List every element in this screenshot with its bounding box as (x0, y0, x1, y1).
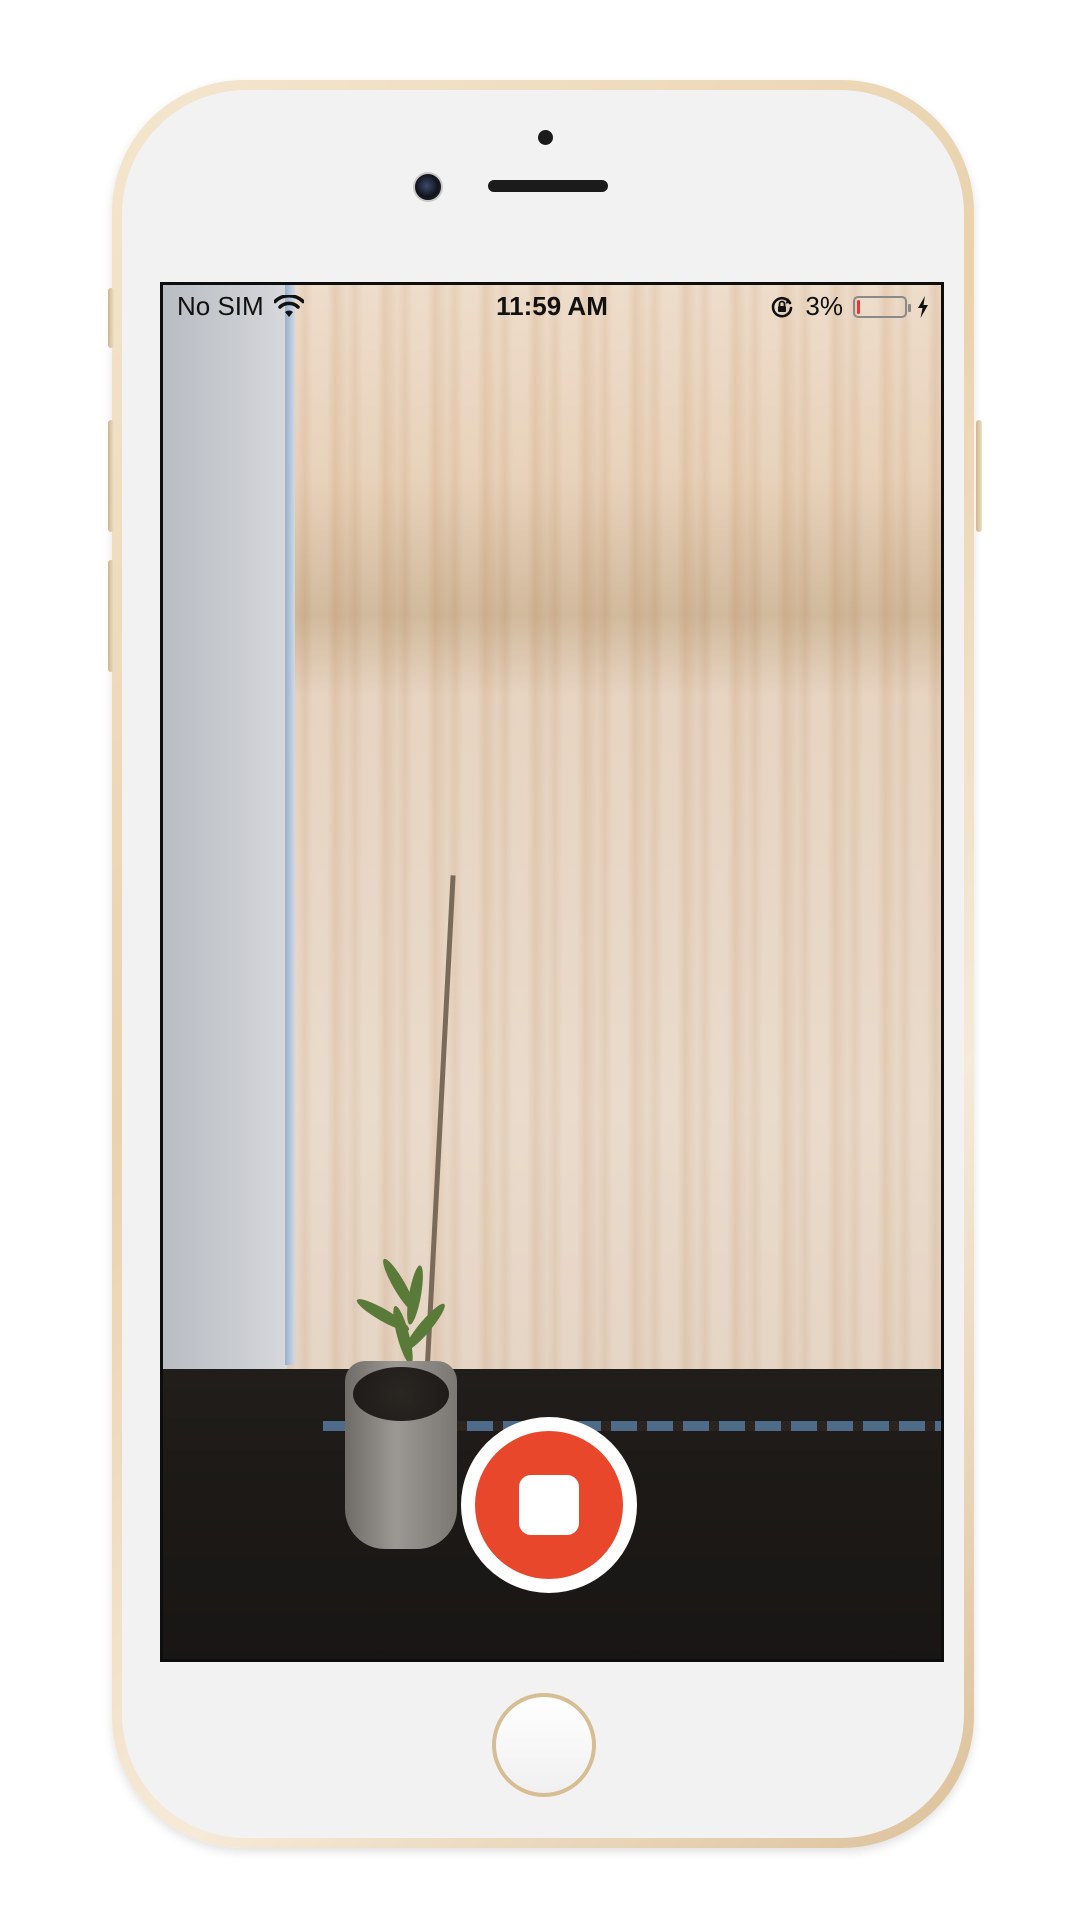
battery-tip (908, 303, 911, 312)
proximity-sensor (538, 130, 553, 145)
home-button[interactable] (492, 1693, 596, 1797)
front-camera (413, 172, 443, 202)
phone-screen: No SIM 11:59 AM 3% (160, 282, 944, 1662)
battery-icon (853, 295, 911, 318)
viewfinder-wall-edge (285, 285, 295, 1365)
stop-recording-button[interactable] (461, 1417, 637, 1593)
volume-down-button (108, 560, 114, 672)
battery-level (857, 299, 860, 314)
status-right: 3% (769, 291, 929, 322)
status-bar: No SIM 11:59 AM 3% (163, 285, 941, 329)
rotation-lock-icon (772, 296, 793, 317)
record-button-inner (475, 1431, 623, 1579)
earpiece-speaker (488, 180, 608, 192)
volume-up-button (108, 420, 114, 532)
battery-percent: 3% (805, 291, 843, 321)
stop-icon (519, 1475, 579, 1535)
charging-bolt-icon (918, 295, 928, 318)
mute-switch (108, 288, 114, 348)
power-button (976, 420, 982, 532)
plant-soil (353, 1367, 449, 1421)
